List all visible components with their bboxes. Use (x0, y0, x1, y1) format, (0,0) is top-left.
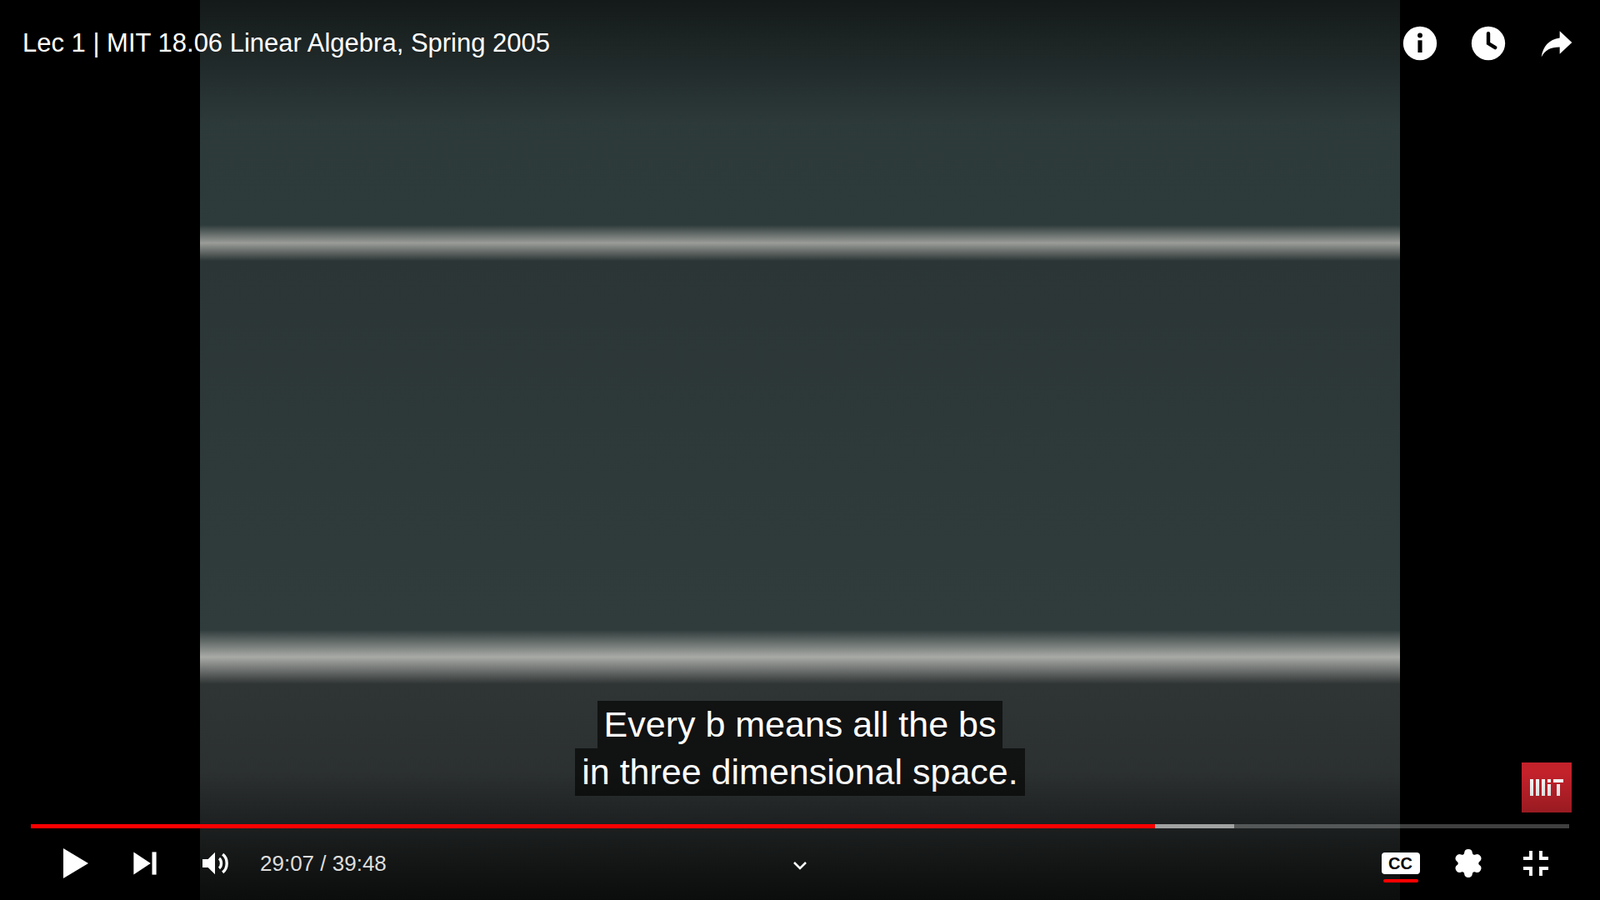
exit-fullscreen-icon (1520, 848, 1551, 879)
clock-icon (1470, 25, 1507, 62)
control-bar: 29:07 / 39:48 CC (0, 771, 1600, 900)
caption-line: Every b means all the bs (597, 700, 1004, 749)
video-title[interactable]: Lec 1 | MIT 18.06 Linear Algebra, Spring… (22, 25, 550, 62)
info-button[interactable] (1401, 25, 1439, 62)
watch-later-button[interactable] (1470, 25, 1507, 62)
play-button[interactable] (40, 834, 110, 893)
next-icon (130, 849, 160, 878)
volume-button[interactable] (180, 834, 250, 893)
share-button[interactable] (1538, 25, 1575, 62)
settings-button[interactable] (1434, 834, 1502, 893)
play-icon (58, 845, 92, 882)
top-bar: Lec 1 | MIT 18.06 Linear Algebra, Spring… (0, 0, 1600, 125)
exit-fullscreen-button[interactable] (1501, 834, 1570, 893)
cc-on-indicator (1383, 879, 1419, 883)
info-icon (1401, 25, 1439, 62)
volume-icon (198, 846, 232, 880)
progress-bar[interactable] (0, 821, 1600, 830)
captions-button[interactable]: CC (1366, 834, 1435, 893)
share-icon (1538, 25, 1575, 62)
played-fill (30, 824, 1155, 829)
progress-track[interactable] (30, 824, 1570, 829)
video-player: Lec 1 | MIT 18.06 Linear Algebra, Spring… (0, 0, 1600, 900)
time-display: 29:07 / 39:48 (260, 850, 387, 877)
next-button[interactable] (110, 834, 180, 893)
cc-badge: CC (1381, 852, 1420, 875)
gear-icon (1452, 847, 1485, 880)
more-button[interactable] (775, 835, 825, 895)
controls-row: 29:07 / 39:48 CC (0, 830, 1600, 900)
chevron-down-icon (790, 855, 810, 875)
top-icons (1401, 25, 1575, 62)
